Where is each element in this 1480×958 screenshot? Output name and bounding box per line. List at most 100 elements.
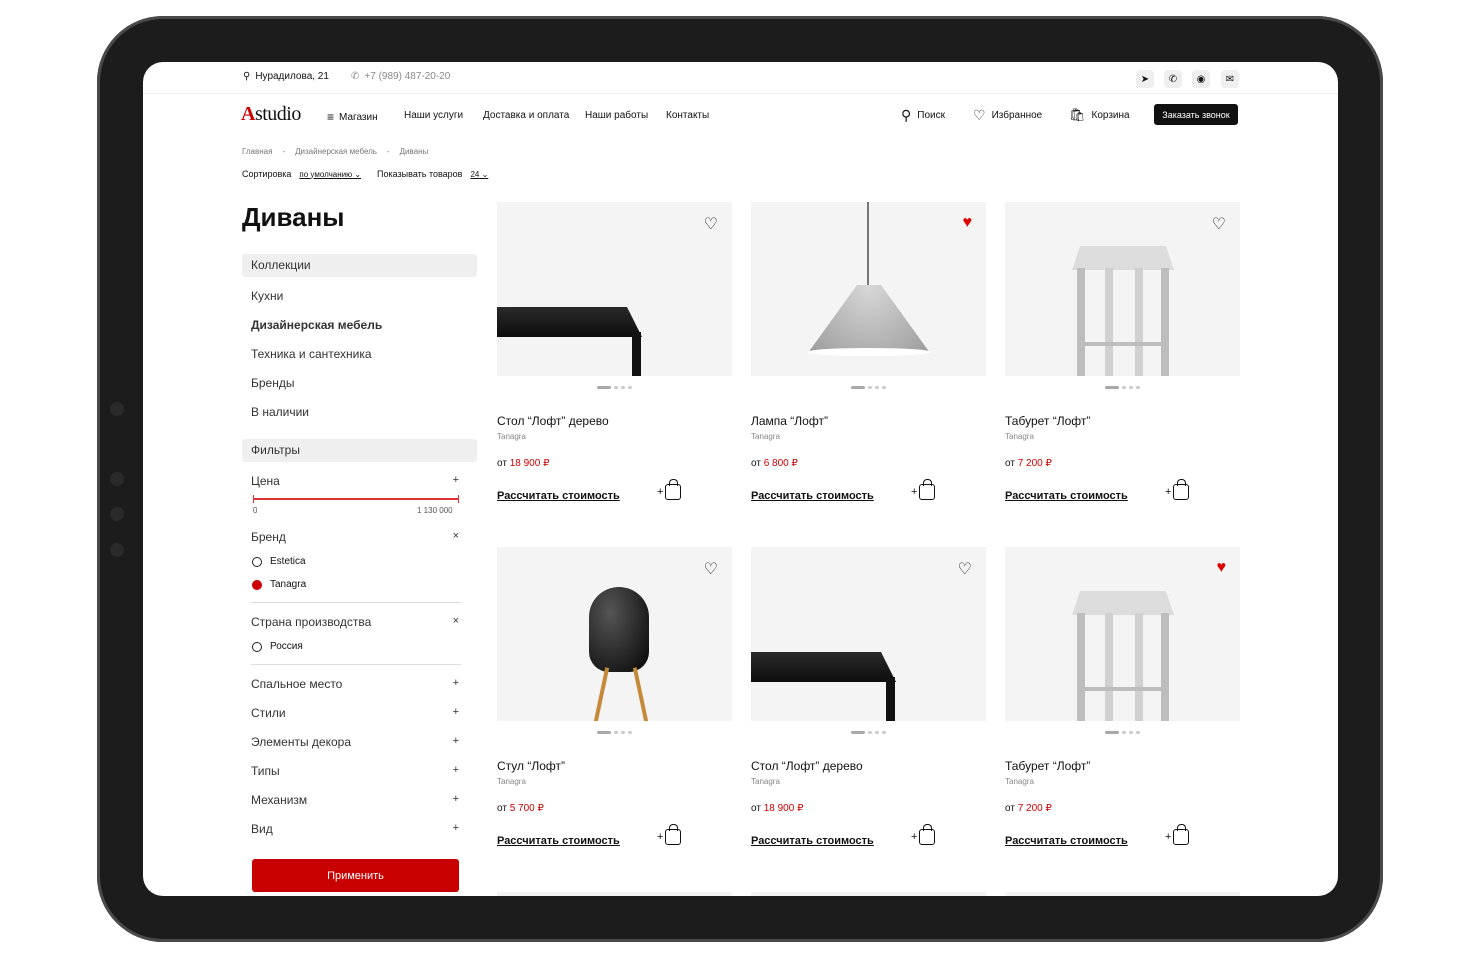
collection-in-stock[interactable]: В наличии xyxy=(251,405,309,419)
pager-dot[interactable] xyxy=(1136,386,1140,389)
pager-dot[interactable] xyxy=(882,386,886,389)
pager-dot[interactable] xyxy=(1122,386,1126,389)
collections-heading[interactable]: Коллекции xyxy=(242,254,477,277)
calculate-price-link[interactable]: Рассчитать стоимость xyxy=(497,490,620,502)
collection-appliances[interactable]: Техника и сантехника xyxy=(251,347,372,361)
product-name[interactable]: Стол “Лофт” дерево xyxy=(497,414,732,428)
apply-button[interactable]: Применить xyxy=(252,859,459,892)
pager-dot[interactable] xyxy=(868,731,872,734)
collection-kitchens[interactable]: Кухни xyxy=(251,289,283,303)
pager-dot[interactable] xyxy=(882,731,886,734)
menu-shop[interactable]: ≡ Магазин xyxy=(327,110,378,124)
filter-styles[interactable]: Стили + xyxy=(251,706,459,720)
mail-icon[interactable]: ✉ xyxy=(1221,70,1239,88)
product-name[interactable]: Табурет “Лофт” xyxy=(1005,414,1240,428)
favorite-heart-icon[interactable]: ♡ xyxy=(958,559,972,579)
pager-dot[interactable] xyxy=(1129,731,1133,734)
image-pager[interactable] xyxy=(751,386,986,389)
pager-dot[interactable] xyxy=(868,386,872,389)
pager-dot[interactable] xyxy=(851,386,865,389)
image-pager[interactable] xyxy=(497,386,732,389)
product-card[interactable]: ♡ Стул “Лофт” Tanagra от 5 700 ₽ Рассчитать … xyxy=(497,547,732,847)
pager-dot[interactable] xyxy=(875,731,879,734)
filter-country[interactable]: Страна производства × xyxy=(251,615,459,629)
product-card[interactable]: ♡ Стол “Лофт” дерево Tanagra от 18 900 ₽ Рас… xyxy=(497,202,732,502)
menu-delivery[interactable]: Доставка и оплата xyxy=(483,110,569,121)
product-card[interactable]: ♥ Лампа “Лофт” Tanagra от 6 800 ₽ Рассчитать… xyxy=(751,202,986,502)
calculate-price-link[interactable]: Рассчитать стоимость xyxy=(497,835,620,847)
show-select[interactable]: 24 ⌄ xyxy=(470,170,488,179)
add-to-cart-button[interactable]: + xyxy=(911,824,936,845)
pager-dot[interactable] xyxy=(614,731,618,734)
menu-services[interactable]: Наши услуги xyxy=(404,110,463,121)
brand-option-estetica[interactable]: Estetica xyxy=(252,556,306,567)
cart-button[interactable]: 🛍 Корзина xyxy=(1069,107,1130,123)
collection-designer[interactable]: Дизайнерская мебель xyxy=(251,318,382,332)
collection-brands[interactable]: Бренды xyxy=(251,376,294,390)
filter-view[interactable]: Вид + xyxy=(251,822,459,836)
pager-dot[interactable] xyxy=(628,731,632,734)
calculate-price-link[interactable]: Рассчитать стоимость xyxy=(1005,835,1128,847)
product-name[interactable]: Лампа “Лофт” xyxy=(751,414,986,428)
pager-dot[interactable] xyxy=(1129,386,1133,389)
pager-dot[interactable] xyxy=(875,386,879,389)
price-range-slider[interactable] xyxy=(253,495,459,503)
image-pager[interactable] xyxy=(1005,731,1240,734)
product-card[interactable]: ♥ Табурет “Лофт” Tanagra от 7 200 ₽ Рассчита… xyxy=(1005,547,1240,847)
pager-dot[interactable] xyxy=(1105,731,1119,734)
favorite-heart-icon[interactable]: ♡ xyxy=(1212,214,1226,234)
filter-decor[interactable]: Элементы декора + xyxy=(251,735,459,749)
add-to-cart-button[interactable]: + xyxy=(911,479,936,500)
image-pager[interactable] xyxy=(1005,386,1240,389)
pager-dot[interactable] xyxy=(597,731,611,734)
calculate-price-link[interactable]: Рассчитать стоимость xyxy=(751,490,874,502)
pager-dot[interactable] xyxy=(851,731,865,734)
telegram-icon[interactable]: ➤ xyxy=(1136,70,1154,88)
pager-dot[interactable] xyxy=(621,731,625,734)
calculate-price-link[interactable]: Рассчитать стоимость xyxy=(751,835,874,847)
pager-dot[interactable] xyxy=(597,386,611,389)
search-button[interactable]: ⚲ Поиск xyxy=(901,107,945,124)
favorite-heart-icon[interactable]: ♡ xyxy=(704,214,718,234)
product-image[interactable]: ♡ xyxy=(497,202,732,376)
image-pager[interactable] xyxy=(751,731,986,734)
breadcrumb-home[interactable]: Главная xyxy=(242,147,272,156)
product-image[interactable]: ♥ xyxy=(751,202,986,376)
country-option-russia[interactable]: Россия xyxy=(252,641,303,652)
product-image[interactable]: ♥ xyxy=(1005,547,1240,721)
product-image[interactable]: ♡ xyxy=(751,547,986,721)
pager-dot[interactable] xyxy=(628,386,632,389)
add-to-cart-button[interactable]: + xyxy=(1165,479,1190,500)
favorite-heart-icon[interactable]: ♡ xyxy=(704,559,718,579)
brand-option-tanagra[interactable]: Tanagra xyxy=(252,579,306,590)
filter-brand[interactable]: Бренд × xyxy=(251,530,459,544)
pager-dot[interactable] xyxy=(614,386,618,389)
logo[interactable]: Astudio xyxy=(241,103,301,126)
product-name[interactable]: Стол “Лофт” дерево xyxy=(751,759,986,773)
pager-dot[interactable] xyxy=(1105,386,1119,389)
menu-works[interactable]: Наши работы xyxy=(585,110,648,121)
breadcrumb-designer[interactable]: Дизайнерская мебель xyxy=(295,147,377,156)
scrollbar[interactable] xyxy=(1325,338,1329,622)
whatsapp-icon[interactable]: ✆ xyxy=(1164,70,1182,88)
add-to-cart-button[interactable]: + xyxy=(657,479,682,500)
phone[interactable]: ✆ +7 (989) 487-20-20 xyxy=(351,71,450,82)
sort-select[interactable]: по умолчанию ⌄ xyxy=(299,170,361,179)
pager-dot[interactable] xyxy=(1122,731,1126,734)
favorites-button[interactable]: ♡ Избранное xyxy=(973,107,1042,124)
favorite-heart-icon[interactable]: ♥ xyxy=(963,214,973,232)
product-card[interactable]: ♡ Стол “Лофт” дерево Tanagra от 18 900 ₽ Рас… xyxy=(751,547,986,847)
product-image[interactable]: ♡ xyxy=(1005,202,1240,376)
pager-dot[interactable] xyxy=(1136,731,1140,734)
filter-mechanism[interactable]: Механизм + xyxy=(251,793,459,807)
product-name[interactable]: Табурет “Лофт” xyxy=(1005,759,1240,773)
favorite-heart-icon[interactable]: ♥ xyxy=(1217,559,1227,577)
add-to-cart-button[interactable]: + xyxy=(657,824,682,845)
product-image[interactable]: ♡ xyxy=(497,547,732,721)
pager-dot[interactable] xyxy=(621,386,625,389)
filter-sleeping[interactable]: Спальное место + xyxy=(251,677,459,691)
menu-contacts[interactable]: Контакты xyxy=(666,110,709,121)
product-card[interactable]: ♡ Табурет “Лофт” Tanagra от 7 200 ₽ Рассчита… xyxy=(1005,202,1240,502)
filter-price[interactable]: Цена + xyxy=(251,474,459,488)
calculate-price-link[interactable]: Рассчитать стоимость xyxy=(1005,490,1128,502)
